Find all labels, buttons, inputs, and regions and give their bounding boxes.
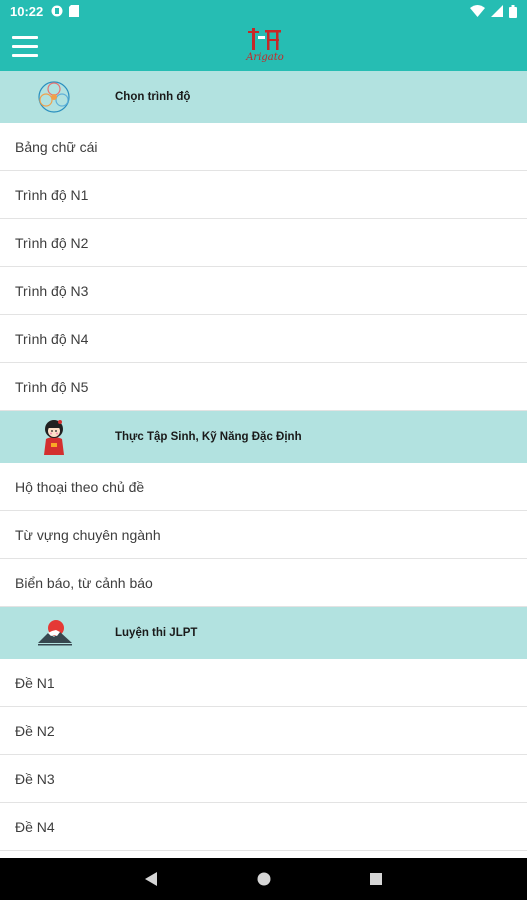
content: Chọn trình độ Bảng chữ cái Trình độ N1 T… [0, 71, 527, 858]
sd-card-icon [69, 5, 80, 17]
section-header-jlpt: Luyện thi JLPT [0, 607, 527, 659]
status-icons-left [51, 5, 80, 17]
flower-emblem-icon [38, 81, 70, 113]
list-item-specialized-vocab[interactable]: Từ vựng chuyên ngành [0, 511, 527, 559]
section-title: Luyện thi JLPT [115, 627, 198, 639]
list-item-exam-n3[interactable]: Đề N3 [0, 755, 527, 803]
list-item-exam-n4[interactable]: Đề N4 [0, 803, 527, 851]
menu-icon-line [12, 54, 38, 57]
battery-icon [509, 4, 517, 18]
mount-fuji-icon [38, 620, 72, 646]
back-triangle-icon[interactable] [144, 871, 158, 887]
badge-icon [51, 5, 63, 17]
signal-icon [491, 5, 503, 17]
menu-button[interactable] [12, 36, 38, 57]
wifi-icon [470, 5, 485, 17]
menu-icon-line [12, 36, 38, 39]
menu-icon-line [12, 45, 38, 48]
list-item-level-n3[interactable]: Trình độ N3 [0, 267, 527, 315]
list-item-exam-n2[interactable]: Đề N2 [0, 707, 527, 755]
section-title: Thực Tập Sinh, Kỹ Năng Đặc Định [115, 431, 302, 443]
list-item-level-n5[interactable]: Trình độ N5 [0, 363, 527, 411]
section-header-trainee: Thực Tập Sinh, Kỹ Năng Đặc Định [0, 411, 527, 463]
list-item-topic-dialogue[interactable]: Hộ thoại theo chủ đề [0, 463, 527, 511]
section-header-levels: Chọn trình độ [0, 71, 527, 123]
status-bar: 10:22 [0, 0, 527, 22]
app-logo: Arigato [240, 26, 290, 66]
kokeshi-doll-icon [44, 420, 64, 455]
section-title: Chọn trình độ [115, 91, 191, 103]
list-item-exam-n1[interactable]: Đề N1 [0, 659, 527, 707]
logo-mark-icon [248, 28, 281, 50]
system-nav-bar [0, 858, 527, 900]
list-item-level-n4[interactable]: Trình độ N4 [0, 315, 527, 363]
home-circle-icon[interactable] [256, 871, 272, 887]
app-bar: Arigato [0, 22, 527, 71]
list-item-level-n2[interactable]: Trình độ N2 [0, 219, 527, 267]
list-item-level-n1[interactable]: Trình độ N1 [0, 171, 527, 219]
list-item-warning-signs[interactable]: Biển báo, từ cảnh báo [0, 559, 527, 607]
list-item-alphabet[interactable]: Bảng chữ cái [0, 123, 527, 171]
recents-square-icon[interactable] [369, 871, 383, 887]
logo-text: Arigato [246, 52, 284, 63]
status-time: 10:22 [10, 3, 44, 19]
status-icons-right [470, 4, 517, 18]
